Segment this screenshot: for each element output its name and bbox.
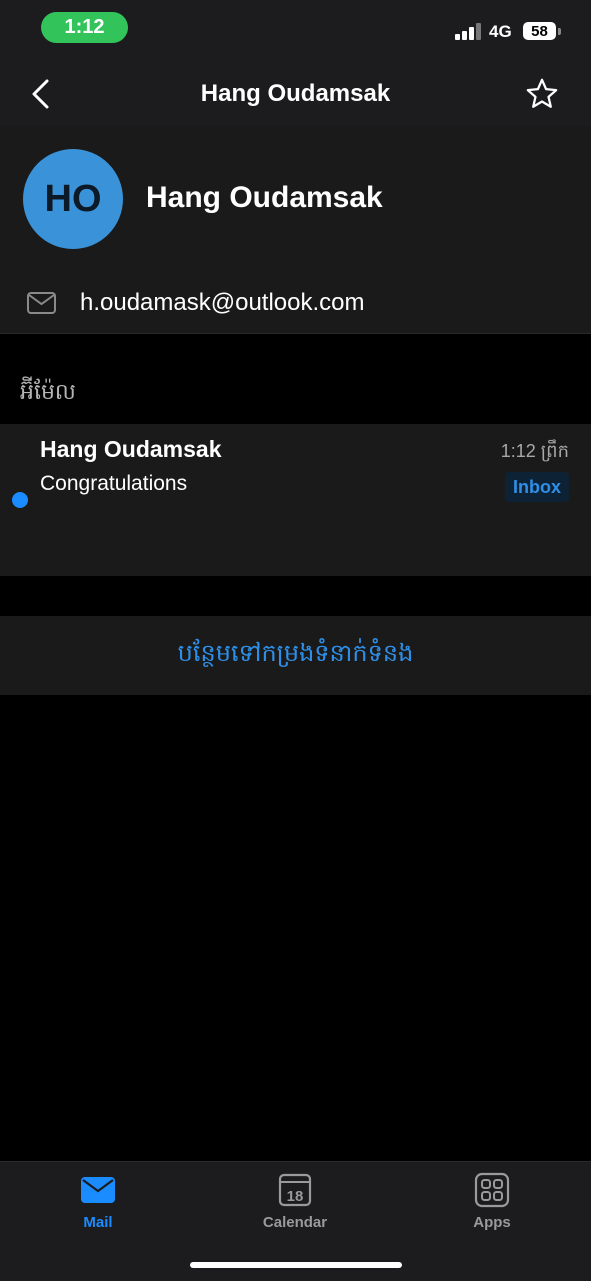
mail-icon xyxy=(81,1177,115,1203)
message-subject: Congratulations xyxy=(40,472,188,495)
section-label-email: អ៊ីម៉ែល xyxy=(20,379,76,404)
home-indicator[interactable] xyxy=(190,1262,402,1268)
star-icon xyxy=(526,78,558,108)
message-list-item[interactable]: Hang Oudamsak 1:12 ព្រឹក Congratulations… xyxy=(0,424,591,576)
network-type: 4G xyxy=(489,22,512,41)
add-to-contacts-button[interactable]: បន្ថែមទៅកម្រងទំនាក់ទំនង xyxy=(0,616,591,695)
tab-apps[interactable]: Apps xyxy=(432,1172,552,1242)
cellular-signal-icon xyxy=(455,22,483,40)
apps-grid-icon xyxy=(474,1172,510,1208)
contact-email[interactable]: h.oudamask@outlook.com xyxy=(80,289,365,317)
battery-level: 58 xyxy=(531,22,548,40)
message-sender: Hang Oudamsak xyxy=(40,436,222,462)
email-row[interactable]: h.oudamask@outlook.com xyxy=(0,274,591,334)
page-title: Hang Oudamsak xyxy=(200,80,391,107)
tab-label-mail: Mail xyxy=(83,1214,113,1231)
calendar-icon: 18 xyxy=(278,1173,312,1207)
tab-calendar[interactable]: 18 Calendar xyxy=(235,1172,355,1242)
mail-icon xyxy=(27,292,56,314)
folder-badge: Inbox xyxy=(505,472,569,502)
divider xyxy=(0,333,591,334)
contact-name: Hang Oudamsak xyxy=(146,181,383,214)
tab-mail[interactable]: Mail xyxy=(38,1172,158,1242)
message-time: 1:12 ព្រឹក xyxy=(500,441,569,461)
tab-label-calendar: Calendar xyxy=(262,1214,328,1231)
status-bar: 1:12 4G 58 xyxy=(0,0,591,58)
status-time: 1:12 xyxy=(41,12,128,43)
battery-icon: 58 xyxy=(523,22,556,40)
navigation-bar: Hang Oudamsak xyxy=(0,58,591,126)
contact-card: HO Hang Oudamsak h.oudamask@outlook.com xyxy=(0,126,591,334)
battery-tip xyxy=(558,28,561,35)
calendar-day: 18 xyxy=(287,1188,304,1205)
tab-label-apps: Apps xyxy=(473,1214,511,1231)
unread-indicator xyxy=(12,492,28,508)
favorite-button[interactable] xyxy=(522,74,562,114)
avatar: HO xyxy=(23,149,123,249)
